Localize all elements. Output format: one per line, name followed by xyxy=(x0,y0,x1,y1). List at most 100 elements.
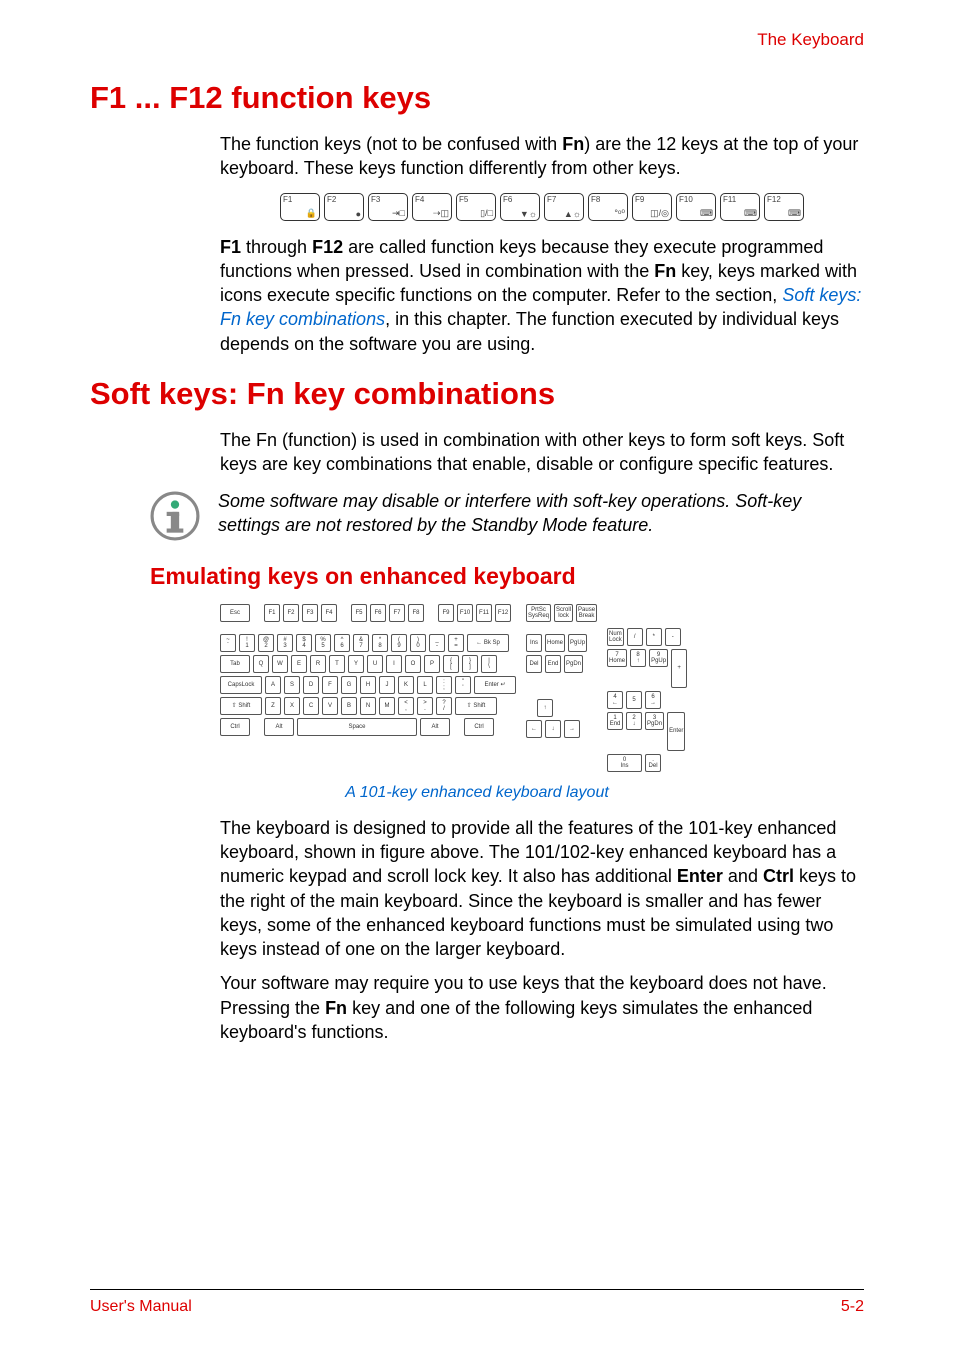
key: ^ 6 xyxy=(334,634,350,652)
key: - xyxy=(665,628,681,646)
key: D xyxy=(303,676,319,694)
subsection-title-emulating: Emulating keys on enhanced keyboard xyxy=(150,563,864,590)
key: PgDn xyxy=(564,655,583,673)
key: A xyxy=(265,676,281,694)
key: ← Bk Sp xyxy=(467,634,509,652)
key: B xyxy=(341,697,357,715)
key: 1 End xyxy=(607,712,623,730)
paragraph: The keyboard is designed to provide all … xyxy=(220,816,864,962)
key: ⇧ Shift xyxy=(220,697,262,715)
key: F11 xyxy=(476,604,492,622)
key: F7 xyxy=(389,604,405,622)
key: > . xyxy=(417,697,433,715)
key: → xyxy=(564,720,580,738)
key: { [ xyxy=(443,655,459,673)
key: Esc xyxy=(220,604,250,622)
bold-f12: F12 xyxy=(312,237,343,257)
key: ← xyxy=(526,720,542,738)
fkey-f1: F1🔒 xyxy=(280,193,320,221)
note-text: Some software may disable or interfere w… xyxy=(218,489,864,538)
fkey-f5: F5▯/□ xyxy=(456,193,496,221)
key: T xyxy=(329,655,345,673)
key: M xyxy=(379,697,395,715)
key: H xyxy=(360,676,376,694)
key: Del xyxy=(526,655,542,673)
key: W xyxy=(272,655,288,673)
key: J xyxy=(379,676,395,694)
fkey-f11: F11⌨ xyxy=(720,193,760,221)
key: 5 xyxy=(626,691,642,709)
key: Z xyxy=(265,697,281,715)
key: K xyxy=(398,676,414,694)
key: Ctrl xyxy=(464,718,494,736)
key: Y xyxy=(348,655,364,673)
fkey-f7: F7▲☼ xyxy=(544,193,584,221)
key: + xyxy=(671,649,687,688)
key: F8 xyxy=(408,604,424,622)
key: Enter ↵ xyxy=(474,676,516,694)
text: The function keys (not to be confused wi… xyxy=(220,134,562,154)
key: Space xyxy=(297,718,417,736)
key: 6 → xyxy=(645,691,661,709)
key: ~ ` xyxy=(220,634,236,652)
key: Scroll lock xyxy=(554,604,573,622)
key: PgUp xyxy=(568,634,587,652)
key: ⇧ Shift xyxy=(455,697,497,715)
key: E xyxy=(291,655,307,673)
key: ! 1 xyxy=(239,634,255,652)
paragraph: Your software may require you to use key… xyxy=(220,971,864,1044)
fkey-f3: F3⇥□ xyxy=(368,193,408,221)
key: Q xyxy=(253,655,269,673)
key: $ 4 xyxy=(296,634,312,652)
key: P xyxy=(424,655,440,673)
paragraph: The function keys (not to be confused wi… xyxy=(220,132,864,181)
key: R xyxy=(310,655,326,673)
key: Ctrl xyxy=(220,718,250,736)
key: / xyxy=(627,628,643,646)
section-title-softkeys: Soft keys: Fn key combinations xyxy=(90,376,864,412)
key: " ' xyxy=(455,676,471,694)
key: Num Lock xyxy=(607,628,624,646)
key: F2 xyxy=(283,604,299,622)
key: I xyxy=(386,655,402,673)
key: ) 0 xyxy=(410,634,426,652)
fkey-f8: F8°ᵒ⁰ xyxy=(588,193,628,221)
fkey-f9: F9◫/◎ xyxy=(632,193,672,221)
key: _ - xyxy=(429,634,445,652)
key: G xyxy=(341,676,357,694)
key: ( 9 xyxy=(391,634,407,652)
function-key-row-figure: F1🔒F2●F3⇥□F4⇢◫F5▯/□F6▼☼F7▲☼F8°ᵒ⁰F9◫/◎F10… xyxy=(220,193,864,221)
key: Alt xyxy=(420,718,450,736)
footer-left: User's Manual xyxy=(90,1298,192,1316)
key: 3 PgDn xyxy=(645,712,664,730)
paragraph: F1 through F12 are called function keys … xyxy=(220,235,864,356)
key: . Del xyxy=(645,754,661,772)
bold-fn: Fn xyxy=(562,134,584,154)
key: N xyxy=(360,697,376,715)
text: through xyxy=(241,237,312,257)
keyboard-layout-figure: EscF1F2F3F4F5F6F7F8F9F10F11F12~ `! 1@ 2#… xyxy=(220,604,864,772)
key: End xyxy=(545,655,561,673)
footer-right: 5-2 xyxy=(841,1298,864,1316)
key: } ] xyxy=(462,655,478,673)
key: Ins xyxy=(526,634,542,652)
key: L xyxy=(417,676,433,694)
key: F3 xyxy=(302,604,318,622)
key: C xyxy=(303,697,319,715)
page-footer: User's Manual 5-2 xyxy=(90,1298,864,1316)
key: V xyxy=(322,697,338,715)
note-block: Some software may disable or interfere w… xyxy=(150,489,864,541)
key: | \ xyxy=(481,655,497,673)
key: * xyxy=(646,628,662,646)
bold-enter: Enter xyxy=(677,866,723,886)
key: @ 2 xyxy=(258,634,274,652)
key: Tab xyxy=(220,655,250,673)
key: S xyxy=(284,676,300,694)
key: : ; xyxy=(436,676,452,694)
text: and xyxy=(723,866,763,886)
key: * 8 xyxy=(372,634,388,652)
key: ? / xyxy=(436,697,452,715)
info-icon xyxy=(150,491,200,541)
fkey-f6: F6▼☼ xyxy=(500,193,540,221)
key: Pause Break xyxy=(576,604,597,622)
